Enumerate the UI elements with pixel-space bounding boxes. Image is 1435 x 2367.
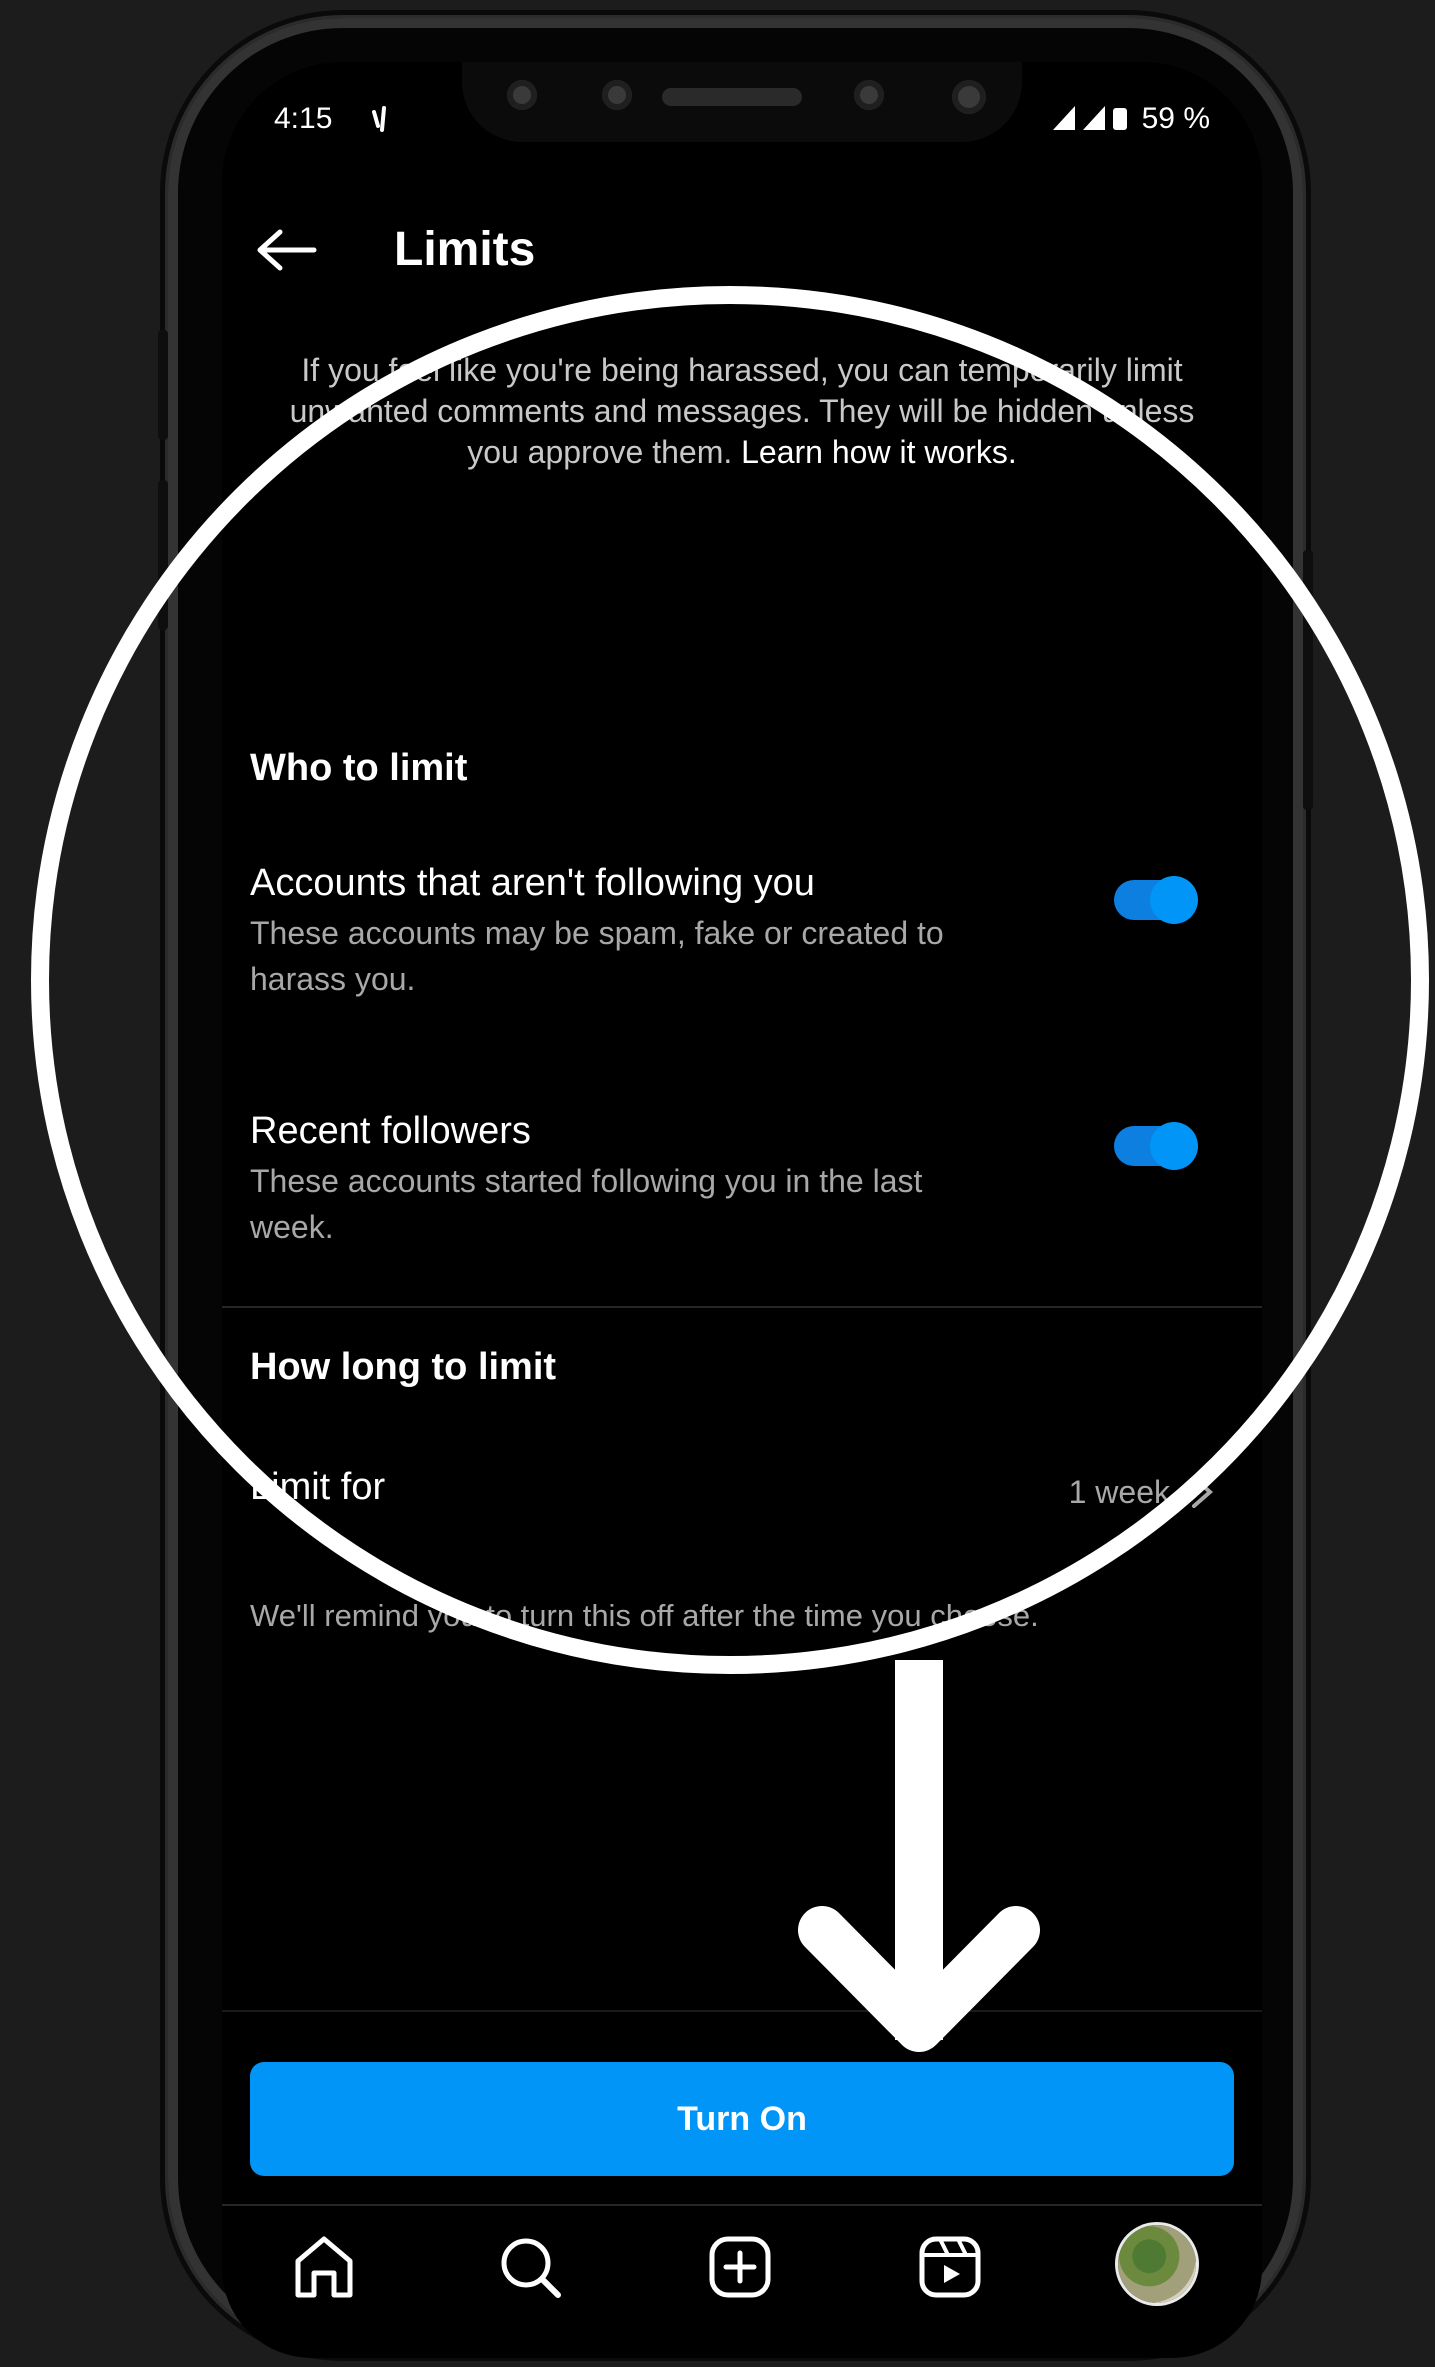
option-subtitle: These accounts may be spam, fake or crea…	[250, 915, 944, 997]
toggle-knob	[1150, 1122, 1198, 1170]
who-to-limit-heading: Who to limit	[250, 747, 468, 789]
toggle-knob	[1150, 876, 1198, 924]
phone-side-button	[1303, 550, 1313, 810]
profile-avatar[interactable]	[1118, 2225, 1196, 2303]
home-icon[interactable]	[284, 2227, 364, 2307]
create-icon[interactable]	[700, 2227, 780, 2307]
back-arrow-icon[interactable]	[252, 220, 322, 280]
learn-more-link[interactable]: Learn how it works.	[741, 434, 1017, 470]
option-subtitle: These accounts started following you in …	[250, 1163, 923, 1245]
page-title: Limits	[394, 223, 536, 276]
screen: 4:15 59 % Limits If you feel like you're…	[222, 62, 1262, 2358]
non-followers-toggle[interactable]	[1114, 876, 1198, 924]
status-bar: 4:15 59 %	[274, 102, 1210, 152]
phone-side-button	[158, 330, 168, 440]
divider	[222, 2010, 1262, 2012]
signal-icon	[1053, 106, 1128, 130]
activity-icon	[372, 106, 386, 132]
status-right: 59 %	[1053, 102, 1210, 136]
battery-level: 59 %	[1141, 102, 1210, 135]
option-title: Recent followers	[250, 1110, 531, 1152]
phone-side-button	[158, 480, 168, 630]
bottom-navigation	[222, 2207, 1262, 2357]
divider	[222, 2204, 1262, 2206]
divider	[222, 1306, 1262, 1308]
limit-for-label: Limit for	[250, 1466, 386, 1508]
limit-duration-value: 1 week	[1068, 1474, 1170, 1510]
reminder-text: We'll remind you to turn this off after …	[250, 1598, 1039, 1633]
option-title: Accounts that aren't following you	[250, 862, 815, 904]
reels-icon[interactable]	[910, 2227, 990, 2307]
search-icon[interactable]	[490, 2227, 570, 2307]
intro-text: If you feel like you're being harassed, …	[262, 350, 1222, 473]
how-long-heading: How long to limit	[250, 1346, 557, 1388]
status-time: 4:15	[274, 102, 333, 135]
recent-followers-toggle[interactable]	[1114, 1122, 1198, 1170]
chevron-right-icon	[1192, 1476, 1214, 1508]
turn-on-button[interactable]: Turn On	[250, 2062, 1234, 2176]
